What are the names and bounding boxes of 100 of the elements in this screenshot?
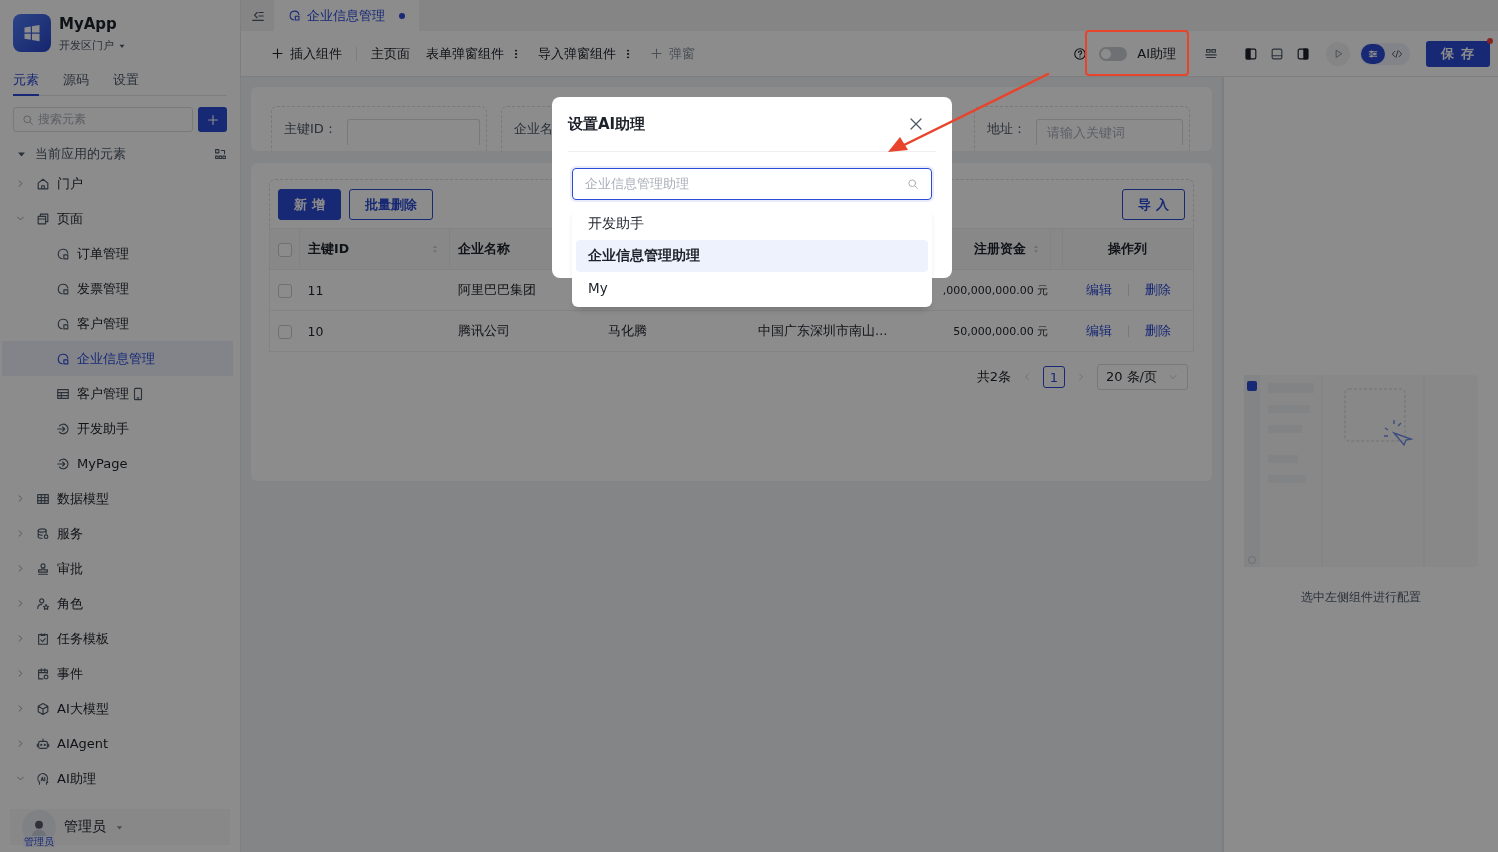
table-cell: 马化腾 [607, 322, 647, 338]
page-icon [56, 351, 70, 366]
page-button[interactable]: 1 [1042, 366, 1065, 388]
tree-item[interactable]: 发票管理 [2, 271, 233, 306]
tree-item[interactable]: AI助理 [2, 761, 233, 796]
panel-left-icon [1244, 46, 1258, 61]
row-action-link[interactable]: 删除 [1145, 322, 1172, 338]
batch-delete-button[interactable]: 批量删除 [348, 189, 433, 220]
ai-toggle-switch[interactable] [1099, 46, 1128, 61]
tree-item[interactable]: 客户管理 [2, 306, 233, 341]
checkbox[interactable] [278, 283, 292, 298]
user-name[interactable]: 管理员 [64, 818, 106, 836]
total-count: 共2条 [976, 368, 1011, 386]
search-icon [907, 178, 919, 190]
toolbar-button[interactable]: 表单弹窗组件 [418, 44, 530, 63]
checkbox[interactable] [278, 242, 292, 257]
empty-hint: 选中左侧组件进行配置 [1301, 589, 1421, 606]
page-icon [56, 281, 70, 296]
table-cell: ,000,000,000.00 元 [942, 283, 1049, 297]
layout-icon [1204, 46, 1218, 61]
cube-icon [36, 701, 50, 716]
home-icon [36, 176, 50, 191]
phone-icon [131, 386, 145, 401]
table-icon [56, 386, 70, 401]
help-icon [1073, 46, 1088, 61]
save-button[interactable]: 保 存 [1426, 40, 1490, 67]
clipboard-check-icon [36, 631, 50, 646]
tree-item[interactable]: AIAgent [2, 726, 233, 761]
filter-label: 企业名 [514, 120, 553, 138]
dropdown-option[interactable]: My [576, 272, 928, 304]
tree-item[interactable]: 订单管理 [2, 236, 233, 271]
run-button[interactable] [1326, 41, 1350, 66]
head-ai-icon [36, 771, 50, 786]
column-header: 主键ID [308, 240, 350, 258]
tree-item[interactable]: 角色 [2, 586, 233, 621]
toolbar-button[interactable]: 主页面 [363, 44, 418, 63]
locate-icon [214, 147, 227, 161]
add-button[interactable]: 新 增 [278, 189, 341, 220]
page-icon [288, 9, 301, 22]
toolbar-button[interactable]: 导入弹窗组件 [530, 44, 642, 63]
column-header: 操作列 [1108, 240, 1148, 256]
avatar-label: 管理员 [23, 836, 55, 847]
sidebar-tab[interactable]: 设置 [113, 67, 139, 96]
portal-selector[interactable]: 开发区门户 [59, 38, 114, 53]
user-star-icon [36, 596, 50, 611]
tree-item[interactable]: 数据模型 [2, 481, 233, 516]
table-cell: 50,000,000.00 元 [953, 324, 1049, 338]
app-name: MyApp [59, 15, 118, 33]
add-button[interactable] [198, 107, 227, 132]
tree-item[interactable]: AI大模型 [2, 691, 233, 726]
page-icon [56, 316, 70, 331]
ai-toggle-label: AI助理 [1137, 44, 1176, 63]
plus-icon [271, 47, 284, 60]
row-action-link[interactable]: 删除 [1145, 281, 1172, 297]
panel-right-icon [1296, 46, 1310, 61]
view-mode-button[interactable] [1361, 43, 1385, 64]
table-cell: 腾讯公司 [457, 322, 510, 338]
tree-item[interactable]: 事件 [2, 656, 233, 691]
page-size-select[interactable]: 20 条/页 [1096, 364, 1188, 390]
editor-tab[interactable]: 企业信息管理 [274, 0, 419, 31]
column-header: 注册资金 [973, 240, 1026, 258]
page-icon [56, 246, 70, 261]
search-icon [22, 113, 34, 126]
row-action-link[interactable]: 编辑 [1086, 281, 1113, 297]
close-icon [908, 116, 924, 132]
person-icon [30, 818, 48, 836]
row-action-link[interactable]: 编辑 [1086, 322, 1113, 338]
table-cell: 11 [307, 282, 324, 298]
tree-item[interactable]: 审批 [2, 551, 233, 586]
windows-icon [22, 23, 42, 43]
play-icon [1332, 47, 1344, 60]
import-button[interactable]: 导 入 [1122, 189, 1185, 220]
tree-item[interactable]: 门户 [2, 166, 233, 201]
enter-icon [56, 421, 70, 436]
toolbar-button[interactable]: 插入组件 [263, 44, 350, 63]
tree-item[interactable]: MyPage [2, 446, 233, 481]
sidebar-tab[interactable]: 元素 [13, 67, 39, 96]
tree-item[interactable]: 任务模板 [2, 621, 233, 656]
sidebar-tab[interactable]: 源码 [63, 67, 89, 96]
close-button[interactable] [908, 116, 924, 132]
checkbox[interactable] [278, 324, 292, 339]
plus-icon [650, 47, 663, 60]
tree-item[interactable]: 开发助手 [2, 411, 233, 446]
tree-title: 当前应用的元素 [35, 145, 126, 163]
dropdown-option[interactable]: 开发助手 [576, 208, 928, 240]
calendar-icon [36, 666, 50, 681]
database-icon [36, 526, 50, 541]
window-icon [36, 211, 50, 226]
tree-item[interactable]: 企业信息管理 [2, 341, 233, 376]
code-icon [1391, 47, 1403, 60]
tree-item[interactable]: 服务 [2, 516, 233, 551]
table-cell: 10 [307, 323, 324, 339]
table-cell: 中国广东深圳市南山… [758, 322, 888, 338]
filter-label: 地址： [987, 120, 1026, 138]
filter-label: 主键ID： [284, 120, 337, 138]
robot-icon [36, 736, 50, 751]
panel-bottom-icon [1270, 46, 1284, 61]
dropdown-option[interactable]: 企业信息管理助理 [576, 240, 928, 272]
tree-item[interactable]: 页面 [2, 201, 233, 236]
tree-item[interactable]: 客户管理 [2, 376, 233, 411]
